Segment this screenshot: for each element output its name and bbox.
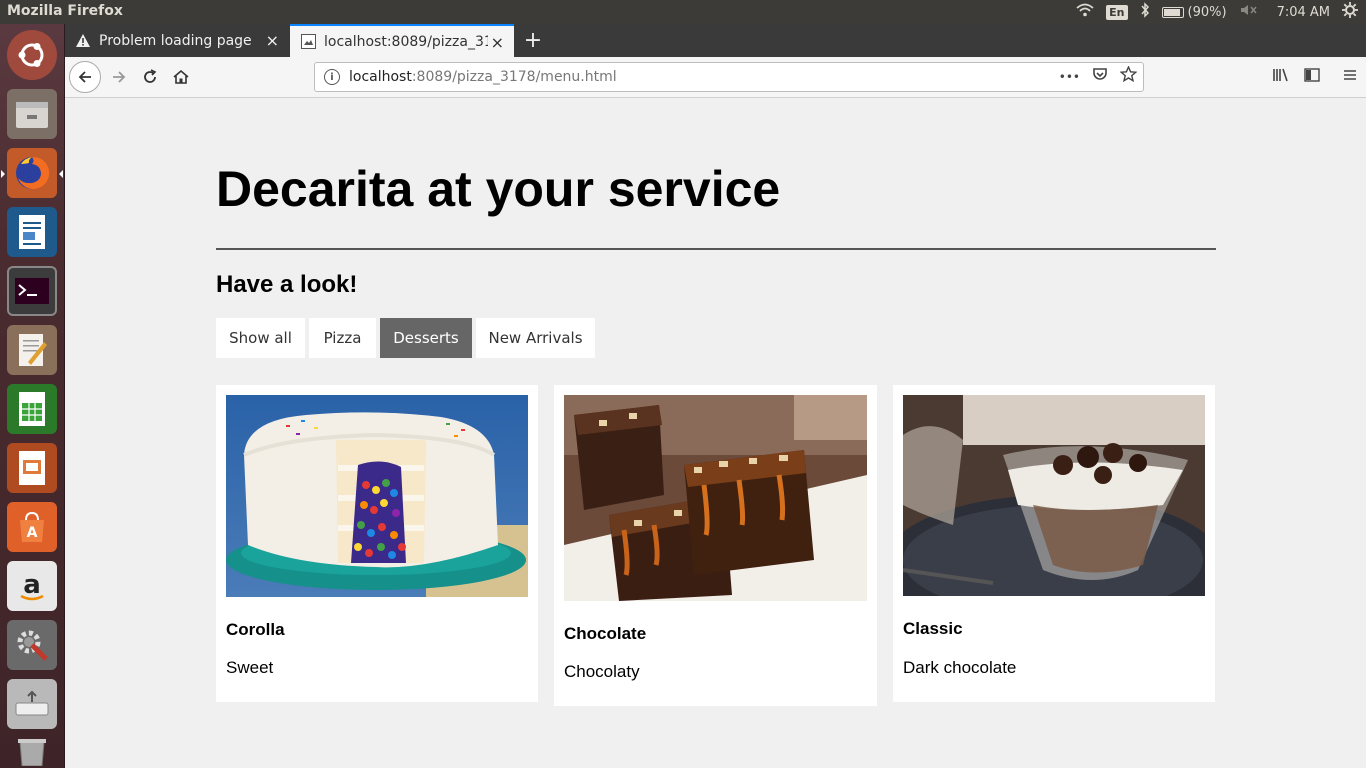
home-button[interactable] — [166, 62, 196, 92]
close-tab-icon[interactable]: × — [266, 31, 279, 50]
warning-icon — [75, 33, 91, 49]
pocket-icon[interactable] — [1092, 66, 1108, 88]
ubuntu-dash-icon[interactable] — [7, 30, 57, 80]
new-tab-button[interactable]: + — [520, 27, 546, 53]
app-title: Mozilla Firefox — [7, 3, 123, 19]
software-center-icon[interactable]: A — [7, 502, 57, 552]
system-top-bar: Mozilla Firefox En (90%) 7:04 AM — [0, 0, 1366, 24]
amazon-icon[interactable]: a — [7, 561, 57, 611]
web-page: Decarita at your service Have a look! Sh… — [65, 98, 1366, 768]
tab-label: localhost:8089/pizza_31 — [324, 33, 488, 50]
page-icon — [300, 34, 316, 50]
rainbow-cake-image — [226, 395, 528, 597]
settings-icon[interactable] — [7, 620, 57, 670]
card-description: Sweet — [226, 658, 274, 677]
forward-button[interactable] — [104, 62, 134, 92]
library-icon[interactable] — [1272, 67, 1290, 87]
impress-icon[interactable] — [7, 443, 57, 493]
keyboard-layout-indicator[interactable]: En — [1106, 4, 1128, 20]
reload-button[interactable] — [135, 62, 165, 92]
filter-buttons: Show all Pizza Desserts New Arrivals — [216, 318, 595, 358]
card-title: Classic — [903, 619, 963, 638]
filter-new-arrivals[interactable]: New Arrivals — [476, 318, 595, 358]
card-title: Corolla — [226, 620, 285, 639]
unity-launcher: A a — [0, 24, 65, 768]
power-gear-icon[interactable] — [1342, 2, 1358, 22]
url-bar[interactable]: i localhost:8089/pizza_3178/menu.html ••… — [314, 62, 1144, 92]
card-description: Chocolaty — [564, 662, 640, 681]
trash-icon[interactable] — [7, 734, 57, 768]
usb-creator-icon[interactable] — [7, 679, 57, 729]
toolbar-right — [1272, 67, 1358, 87]
clock[interactable]: 7:04 AM — [1277, 5, 1330, 20]
menu-card[interactable]: Chocolate Chocolaty — [554, 385, 877, 706]
close-tab-icon[interactable]: × — [491, 33, 504, 52]
files-icon[interactable] — [7, 89, 57, 139]
page-title: Decarita at your service — [216, 161, 781, 217]
running-indicator — [1, 170, 5, 178]
tab-label: Problem loading page — [99, 32, 252, 49]
battery-indicator[interactable]: (90%) — [1161, 4, 1227, 20]
filter-desserts[interactable]: Desserts — [380, 318, 472, 358]
filter-show-all[interactable]: Show all — [216, 318, 305, 358]
battery-percent: (90%) — [1187, 4, 1227, 20]
text-editor-icon[interactable] — [7, 325, 57, 375]
divider — [216, 248, 1216, 250]
url-host: localhost — [349, 69, 412, 85]
battery-icon — [1161, 6, 1184, 18]
terminal-icon[interactable] — [7, 266, 57, 316]
svg-text:A: A — [27, 525, 38, 541]
wifi-icon[interactable] — [1076, 3, 1094, 21]
tab-strip: Problem loading page × localhost:8089/pi… — [65, 24, 1366, 57]
calc-icon[interactable] — [7, 384, 57, 434]
volume-muted-icon[interactable] — [1239, 3, 1257, 21]
filter-pizza[interactable]: Pizza — [309, 318, 376, 358]
sidebar-icon[interactable] — [1304, 67, 1320, 87]
tab-problem-loading[interactable]: Problem loading page × — [65, 24, 289, 57]
page-actions-icon[interactable]: ••• — [1059, 66, 1080, 88]
focused-indicator — [59, 170, 63, 178]
chocolate-mousse-image — [903, 395, 1205, 596]
menu-card[interactable]: Corolla Sweet — [216, 385, 538, 702]
menu-hamburger-icon[interactable] — [1342, 67, 1358, 87]
navigation-toolbar: i localhost:8089/pizza_3178/menu.html ••… — [65, 57, 1366, 98]
card-description: Dark chocolate — [903, 658, 1017, 677]
site-info-icon[interactable]: i — [324, 69, 340, 85]
bookmark-star-icon[interactable] — [1119, 65, 1138, 88]
section-heading: Have a look! — [216, 271, 358, 298]
system-tray: En (90%) 7:04 AM — [1076, 0, 1358, 24]
firefox-icon[interactable] — [7, 148, 57, 198]
card-title: Chocolate — [564, 624, 647, 643]
url-actions: ••• — [1059, 65, 1138, 88]
bluetooth-icon[interactable] — [1140, 2, 1150, 22]
caramel-brownie-image — [564, 395, 867, 601]
tab-localhost[interactable]: localhost:8089/pizza_31 × — [290, 24, 514, 57]
back-button[interactable] — [69, 61, 101, 93]
menu-card[interactable]: Classic Dark chocolate — [893, 385, 1215, 702]
url-path: :8089/pizza_3178/menu.html — [411, 69, 617, 85]
svg-text:a: a — [23, 570, 41, 600]
writer-icon[interactable] — [7, 207, 57, 257]
